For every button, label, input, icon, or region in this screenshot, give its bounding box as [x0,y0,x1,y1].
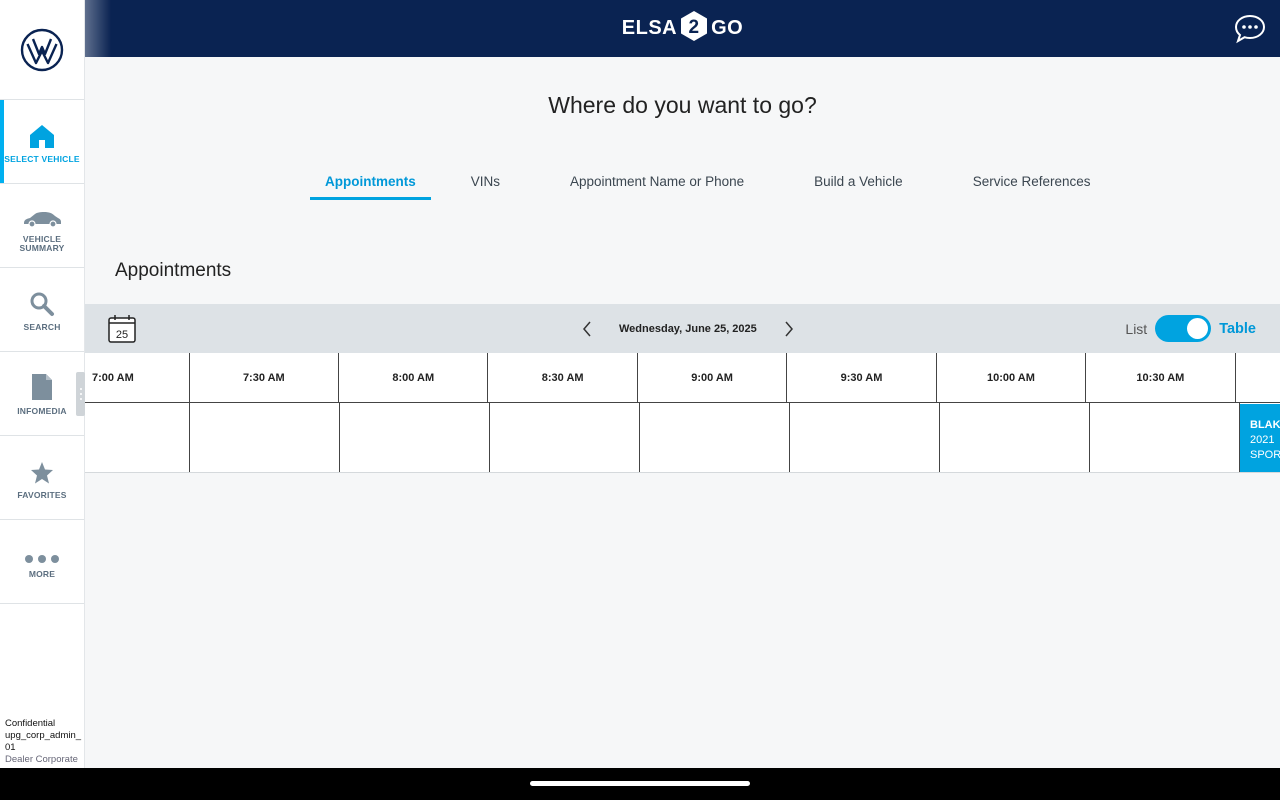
brand-number: 2 [689,17,700,38]
appointment-vehicle-model: SPORT [1250,449,1280,461]
sidebar-item-label: VEHICLE SUMMARY [19,233,65,253]
sidebar-item-search[interactable]: SEARCH [0,268,84,352]
calendar-icon: 25 [108,315,136,343]
time-slot-header: 9:30 AM [787,353,937,403]
appointment-slot-row [85,403,1280,472]
view-toggle: List Table [1125,304,1256,353]
appointment-slot[interactable] [85,403,190,472]
tab-label: Service References [972,174,1091,189]
app-header: ELSA 2 GO [85,0,1280,57]
tab-label: Build a Vehicle [814,174,903,189]
tab-build-a-vehicle[interactable]: Build a Vehicle [814,174,903,200]
time-slot-header: 8:00 AM [339,353,489,403]
prev-day-button[interactable] [575,317,599,341]
calendar-day: 25 [116,329,128,341]
schedule-grid: 7:00 AM 7:30 AM 8:00 AM 8:30 AM 9:00 AM … [85,353,1280,473]
time-slot-header: 8:30 AM [488,353,638,403]
switch-knob [1187,318,1209,339]
more-dots-icon [25,555,59,563]
sidebar-item-label: SELECT VEHICLE [4,154,80,164]
chevron-right-icon [785,321,793,336]
time-slot-header [1236,353,1280,403]
page-title: Where do you want to go? [548,92,817,118]
sidebar-item-label: INFOMEDIA [17,406,67,416]
brand-right: GO [711,17,744,39]
sidebar-drag-handle[interactable] [76,372,85,416]
appointment-vehicle-year: 2021 [1250,434,1275,446]
calendar-button[interactable]: 25 [107,314,137,344]
time-slot-header: 7:00 AM [85,353,190,403]
date-navigator: Wednesday, June 25, 2025 [575,304,801,353]
user-confidential: Confidential [5,718,56,729]
user-organization: Dealer Corporate [5,754,78,765]
tab-label: Appointments [325,174,416,189]
chat-bubble-icon [1234,14,1266,44]
user-id: upg_corp_admin_01 [5,730,82,753]
appointment-card[interactable]: BLAK 2021 SPORT [1240,404,1280,472]
sidebar-item-infomedia[interactable]: INFOMEDIA [0,352,84,436]
view-list-label[interactable]: List [1125,321,1147,337]
sidebar-item-more[interactable]: MORE [0,520,84,604]
time-slot-header: 10:30 AM [1086,353,1236,403]
time-slot-header: 9:00 AM [638,353,788,403]
appointment-slot[interactable] [340,403,490,472]
star-icon [31,462,53,484]
brand-hexagon: 2 [680,10,708,48]
tab-appointment-name-or-phone[interactable]: Appointment Name or Phone [570,174,744,200]
sidebar-item-select-vehicle[interactable]: SELECT VEHICLE [0,100,84,184]
system-navigation-bar [0,768,1280,800]
sidebar-item-favorites[interactable]: FAVORITES [0,436,84,520]
sidebar-item-label: FAVORITES [17,490,67,500]
tab-vins[interactable]: VINs [471,174,500,200]
appointment-slot[interactable] [1090,403,1240,472]
appointment-slot[interactable] [940,403,1090,472]
chat-button[interactable] [1234,13,1266,45]
tab-label: Appointment Name or Phone [570,174,745,189]
vw-logo-icon [20,28,64,71]
appointment-slot[interactable] [190,403,340,472]
view-table-label[interactable]: Table [1219,321,1256,337]
search-icon [30,292,54,316]
brand-logo: ELSA 2 GO [622,10,743,48]
sidebar-item-vehicle-summary[interactable]: VEHICLE SUMMARY [0,184,84,268]
hexagon-icon: 2 [681,10,708,41]
user-info: Confidential upg_corp_admin_01 Dealer Co… [5,718,83,766]
tab-label: VINs [470,174,501,189]
schedule-toolbar: 25 Wednesday, June 25, 2025 List Table [85,304,1280,353]
appointment-slot[interactable] [490,403,640,472]
current-date: Wednesday, June 25, 2025 [619,322,757,335]
home-icon [30,125,54,148]
document-icon [32,374,52,400]
brand-left: ELSA [621,17,678,39]
list-table-switch[interactable] [1155,315,1212,342]
sidebar-item-label: SEARCH [23,322,61,332]
time-slot-header: 10:00 AM [937,353,1087,403]
search-tabs: Appointments VINs Appointment Name or Ph… [310,174,1091,200]
section-title: Appointments [115,260,232,281]
chevron-left-icon [583,321,591,336]
tab-service-references[interactable]: Service References [973,174,1091,200]
home-indicator[interactable] [530,781,750,786]
tab-appointments[interactable]: Appointments [310,174,431,200]
sidebar-item-label: MORE [28,569,56,579]
time-header-row: 7:00 AM 7:30 AM 8:00 AM 8:30 AM 9:00 AM … [85,353,1280,403]
appointment-slot[interactable] [640,403,790,472]
appointment-customer: BLAK [1250,419,1280,431]
time-slot-header: 7:30 AM [190,353,340,403]
appointment-slot[interactable] [790,403,940,472]
car-icon [24,211,61,228]
next-day-button[interactable] [777,317,801,341]
vw-logo[interactable] [0,0,84,100]
sidebar: SELECT VEHICLE VEHICLE SUMMARY SEARCH IN… [0,0,85,768]
